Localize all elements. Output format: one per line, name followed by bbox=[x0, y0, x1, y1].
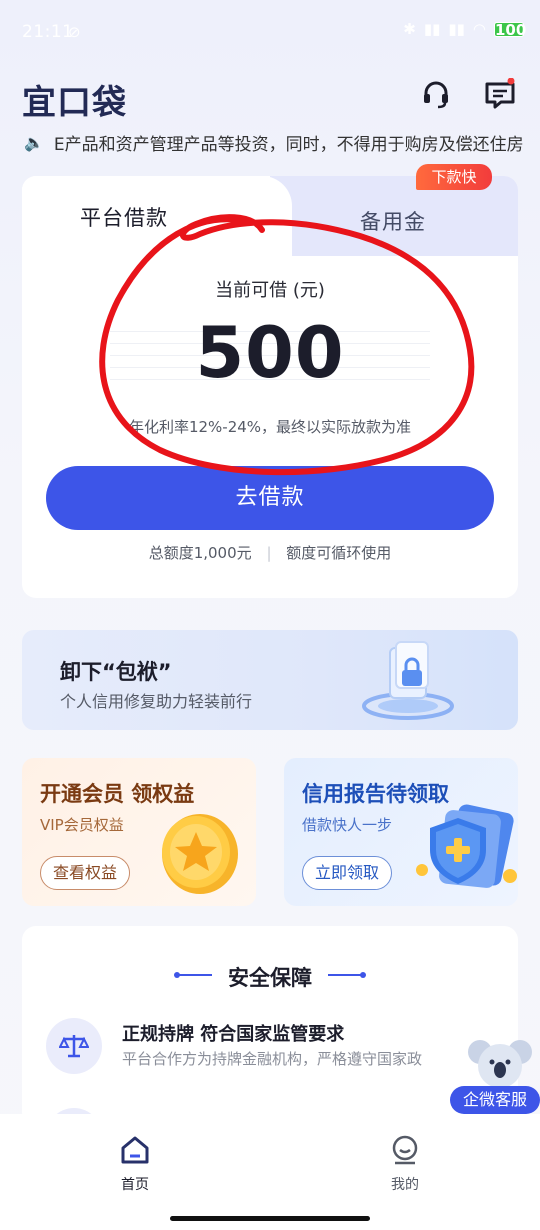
bottom-nav: 首页 我的 bbox=[0, 1114, 540, 1230]
banner-title: 卸下“包袱” bbox=[60, 660, 172, 684]
security-item-desc: 平台合作方为持牌金融机构，严格遵守国家政 bbox=[122, 1050, 423, 1068]
scale-icon bbox=[46, 1018, 102, 1074]
quota-note: 额度可循环使用 bbox=[286, 544, 392, 562]
system-icons: ✱ ▮▮ ▮▮ ◠ 100 bbox=[403, 20, 527, 39]
wechat-service-button[interactable]: 企微客服 bbox=[450, 1036, 540, 1116]
signal-icon: ▮▮ bbox=[423, 20, 441, 38]
total-quota: 总额度1,000元 bbox=[148, 544, 252, 562]
lock-document-icon bbox=[358, 640, 458, 724]
security-section: 安全保障 正规持牌 符合国家监管要求 平台合作方为持牌金融机构，严格遵守国家政 bbox=[22, 926, 518, 1138]
title-decoration-dot-right bbox=[360, 972, 366, 978]
loan-card: 平台借款 备用金 下款快 当前可借 (元) 500 年化利率12%-24%，最终… bbox=[22, 164, 518, 598]
vip-promo-card[interactable]: 开通会员 领权益 VIP会员权益 查看权益 bbox=[22, 758, 256, 906]
wifi-icon: ◠ bbox=[472, 20, 486, 38]
status-bar: 21:11 ⊘ ✱ ▮▮ ▮▮ ◠ 100 bbox=[0, 0, 540, 66]
tab-reserve-fund[interactable]: 备用金 bbox=[360, 206, 426, 236]
borrow-button[interactable]: 去借款 bbox=[46, 466, 494, 530]
home-indicator bbox=[170, 1216, 370, 1221]
title-decoration-line-right bbox=[328, 974, 362, 976]
banner-subtitle: 个人信用修复助力轻装前行 bbox=[60, 692, 253, 711]
speaker-icon: 🔈 bbox=[24, 132, 44, 152]
headset-icon[interactable] bbox=[420, 78, 452, 110]
bluetooth-icon: ✱ bbox=[403, 20, 416, 38]
available-amount: 500 bbox=[195, 312, 345, 394]
nav-home-label: 首页 bbox=[121, 1177, 149, 1193]
status-time: 21:11 bbox=[22, 22, 74, 42]
credit-repair-banner[interactable]: 卸下“包袱” 个人信用修复助力轻装前行 bbox=[22, 630, 518, 730]
wechat-service-label: 企微客服 bbox=[450, 1086, 540, 1114]
star-coin-icon bbox=[150, 798, 246, 898]
fast-badge: 下款快 bbox=[416, 164, 492, 190]
vip-subtitle: VIP会员权益 bbox=[40, 816, 124, 834]
signal-icon-2: ▮▮ bbox=[448, 20, 465, 38]
amount-label: 当前可借 (元) bbox=[215, 280, 325, 301]
nav-home[interactable]: 首页 bbox=[95, 1134, 175, 1194]
view-benefits-button[interactable]: 查看权益 bbox=[40, 856, 131, 890]
shield-card-icon bbox=[412, 798, 517, 898]
notice-text: E产品和资产管理产品等投资，同时，不得用于购房及偿还住房 bbox=[53, 134, 524, 155]
notice-marquee[interactable]: 🔈 E产品和资产管理产品等投资，同时，不得用于购房及偿还住房 bbox=[24, 128, 524, 156]
security-item-title: 正规持牌 符合国家监管要求 bbox=[122, 1024, 345, 1045]
divider: | bbox=[266, 544, 272, 562]
credit-report-card[interactable]: 信用报告待领取 借款快人一步 立即领取 bbox=[284, 758, 518, 906]
claim-now-button[interactable]: 立即领取 bbox=[302, 856, 393, 890]
nav-mine[interactable]: 我的 bbox=[365, 1134, 445, 1194]
battery-icon: 100 bbox=[494, 20, 527, 39]
security-title: 安全保障 bbox=[228, 966, 312, 990]
tab-platform-loan[interactable]: 平台借款 bbox=[80, 202, 168, 232]
home-icon bbox=[121, 1136, 149, 1164]
do-not-disturb-icon: ⊘ bbox=[68, 23, 81, 41]
credit-subtitle: 借款快人一步 bbox=[302, 816, 393, 834]
quota-info: 总额度1,000元 | 额度可循环使用 bbox=[22, 542, 518, 563]
interest-rate-text: 年化利率12%-24%，最终以实际放款为准 bbox=[128, 418, 412, 436]
profile-icon bbox=[392, 1135, 418, 1165]
message-icon[interactable] bbox=[484, 77, 516, 110]
app-logo: 宜口袋 bbox=[22, 83, 127, 123]
nav-mine-label: 我的 bbox=[391, 1177, 419, 1193]
